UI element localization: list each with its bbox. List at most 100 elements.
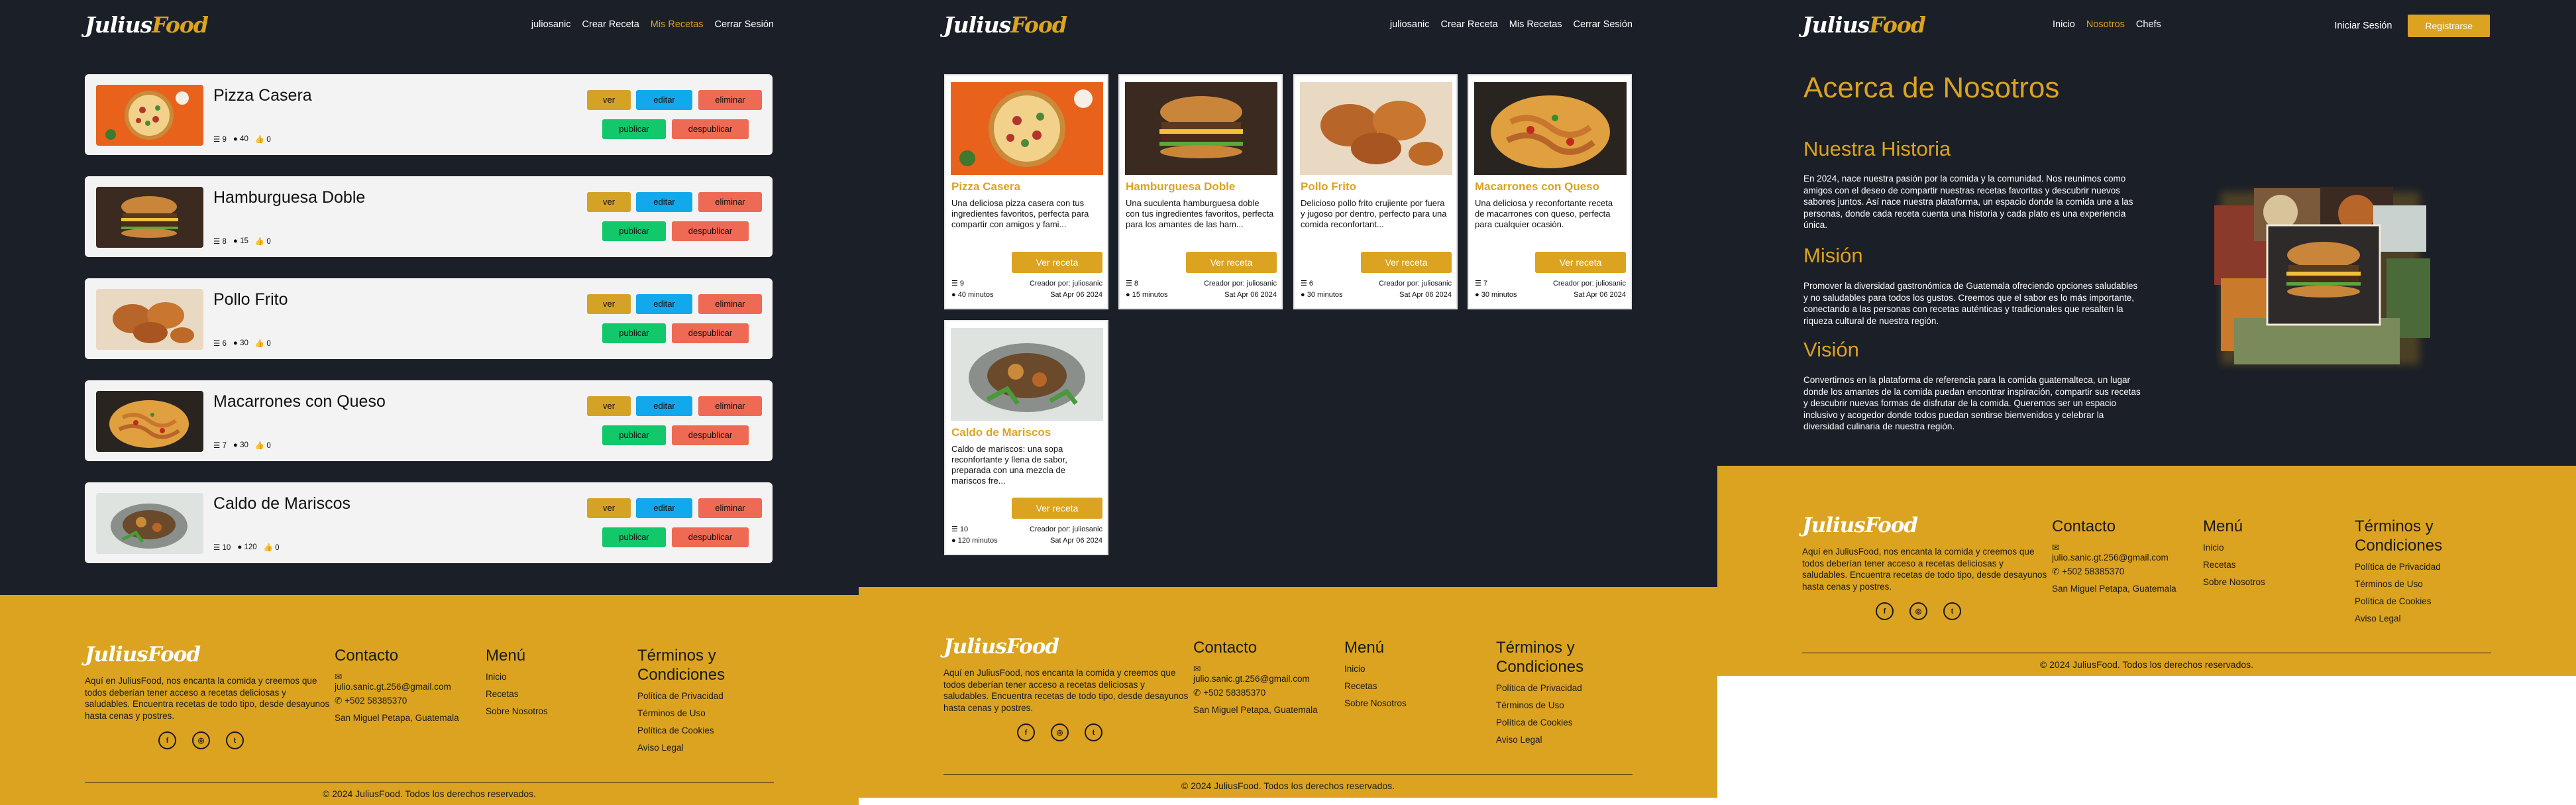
likes-stat: 👍 0 — [254, 340, 271, 348]
recipe-title[interactable]: Macarrones con Queso — [1475, 180, 1599, 193]
recipe-image — [951, 82, 1103, 175]
menu-link-about[interactable]: Sobre Nosotros — [2203, 574, 2265, 591]
delete-button[interactable]: eliminar — [698, 90, 762, 110]
unpublish-button[interactable]: despublicar — [672, 323, 749, 343]
privacy-link[interactable]: Política de Privacidad — [2355, 559, 2441, 576]
recipe-title[interactable]: Pizza Casera — [951, 180, 1020, 193]
nav-create-recipe[interactable]: Crear Receta — [582, 19, 639, 30]
view-button[interactable]: ver — [587, 294, 631, 314]
unpublish-button[interactable]: despublicar — [672, 425, 749, 445]
login-link[interactable]: Iniciar Sesión — [2334, 21, 2392, 31]
menu-link-home[interactable]: Inicio — [2203, 539, 2265, 557]
nav-user[interactable]: juliosanic — [1390, 19, 1430, 30]
menu-link-home[interactable]: Inicio — [486, 669, 548, 686]
logo[interactable]: JuliusFood — [1802, 12, 1926, 38]
edit-button[interactable]: editar — [636, 192, 692, 212]
creator: Creador por: juliosanic — [1552, 280, 1626, 288]
nav-about[interactable]: Nosotros — [2086, 19, 2125, 30]
edit-button[interactable]: editar — [636, 396, 692, 416]
recipe-title[interactable]: Hamburguesa Doble — [1126, 180, 1235, 193]
view-recipe-button[interactable]: Ver receta — [1012, 498, 1102, 519]
facebook-icon[interactable]: f — [158, 731, 176, 749]
unpublish-button[interactable]: despublicar — [672, 527, 749, 547]
publish-button[interactable]: publicar — [602, 119, 666, 139]
edit-button[interactable]: editar — [636, 498, 692, 518]
date: Sat Apr 06 2024 — [1399, 291, 1452, 299]
recipe-stats: ☰ 8 ● 15 👍 0 — [213, 237, 271, 246]
recipe-description: Una suculenta hamburguesa doble con tus … — [1126, 198, 1274, 229]
nav-my-recipes[interactable]: Mis Recetas — [1509, 19, 1562, 30]
twitter-icon[interactable]: t — [1085, 724, 1102, 741]
legal-link[interactable]: Aviso Legal — [637, 739, 724, 757]
delete-button[interactable]: eliminar — [698, 498, 762, 518]
instagram-icon[interactable]: ◎ — [1051, 724, 1069, 741]
view-button[interactable]: ver — [587, 90, 631, 110]
nav-logout[interactable]: Cerrar Sesión — [715, 19, 774, 30]
facebook-icon[interactable]: f — [1876, 602, 1894, 620]
nav-home[interactable]: Inicio — [2053, 19, 2075, 30]
nav-my-recipes[interactable]: Mis Recetas — [651, 19, 704, 30]
nav-user[interactable]: juliosanic — [531, 19, 571, 30]
view-recipe-button[interactable]: Ver receta — [1535, 252, 1626, 273]
nav-create-recipe[interactable]: Crear Receta — [1441, 19, 1498, 30]
terms-of-use-link[interactable]: Términos de Uso — [637, 705, 724, 722]
facebook-icon[interactable]: f — [1017, 724, 1035, 741]
menu-link-about[interactable]: Sobre Nosotros — [1344, 695, 1407, 712]
email-text[interactable]: julio.sanic.gt.256@gmail.com — [335, 682, 459, 692]
unpublish-button[interactable]: despublicar — [672, 119, 749, 139]
terms-title: Términos y Condiciones — [2355, 517, 2443, 555]
menu-link-recipes[interactable]: Recetas — [486, 686, 548, 703]
menu-link-recipes[interactable]: Recetas — [2203, 557, 2265, 574]
twitter-icon[interactable]: t — [1943, 602, 1961, 620]
legal-link[interactable]: Aviso Legal — [2355, 610, 2441, 627]
email-text[interactable]: julio.sanic.gt.256@gmail.com — [1193, 674, 1318, 684]
privacy-link[interactable]: Política de Privacidad — [1496, 680, 1582, 697]
cookies-link[interactable]: Política de Cookies — [637, 722, 724, 739]
email-text[interactable]: julio.sanic.gt.256@gmail.com — [2052, 553, 2176, 563]
publish-button[interactable]: publicar — [602, 527, 666, 547]
logo[interactable]: JuliusFood — [85, 12, 209, 38]
footer: JuliusFood Aquí en JuliusFood, nos encan… — [859, 587, 1717, 798]
nav-chefs[interactable]: Chefs — [2136, 19, 2161, 30]
recipe-title[interactable]: Pollo Frito — [1301, 180, 1356, 193]
unpublish-button[interactable]: despublicar — [672, 221, 749, 241]
contact-list: ✉ julio.sanic.gt.256@gmail.com ✆ +502 58… — [2052, 539, 2176, 598]
nav-logout[interactable]: Cerrar Sesión — [1574, 19, 1633, 30]
footer-logo[interactable]: JuliusFood — [85, 643, 201, 667]
recipe-thumbnail — [96, 391, 203, 452]
legal-link[interactable]: Aviso Legal — [1496, 731, 1582, 749]
edit-button[interactable]: editar — [636, 90, 692, 110]
delete-button[interactable]: eliminar — [698, 294, 762, 314]
menu-link-home[interactable]: Inicio — [1344, 661, 1407, 678]
view-button[interactable]: ver — [587, 498, 631, 518]
terms-of-use-link[interactable]: Términos de Uso — [2355, 576, 2441, 593]
instagram-icon[interactable]: ◎ — [1909, 602, 1927, 620]
publish-button[interactable]: publicar — [602, 221, 666, 241]
footer-logo[interactable]: JuliusFood — [1802, 513, 1918, 537]
time-stat: ● 15 minutos — [1126, 291, 1168, 299]
view-recipe-button[interactable]: Ver receta — [1361, 252, 1452, 273]
menu-link-recipes[interactable]: Recetas — [1344, 678, 1407, 695]
cookies-link[interactable]: Política de Cookies — [2355, 593, 2441, 610]
view-button[interactable]: ver — [587, 396, 631, 416]
delete-button[interactable]: eliminar — [698, 192, 762, 212]
menu-title: Menú — [2203, 517, 2243, 535]
publish-button[interactable]: publicar — [602, 425, 666, 445]
edit-button[interactable]: editar — [636, 294, 692, 314]
instagram-icon[interactable]: ◎ — [192, 731, 210, 749]
footer-logo[interactable]: JuliusFood — [943, 635, 1059, 659]
menu-link-about[interactable]: Sobre Nosotros — [486, 703, 548, 720]
publish-button[interactable]: publicar — [602, 323, 666, 343]
twitter-icon[interactable]: t — [226, 731, 244, 749]
register-button[interactable]: Registrarse — [2408, 15, 2490, 37]
delete-button[interactable]: eliminar — [698, 396, 762, 416]
view-recipe-button[interactable]: Ver receta — [1186, 252, 1277, 273]
view-recipe-button[interactable]: Ver receta — [1012, 252, 1102, 273]
recipe-image — [1300, 82, 1452, 175]
logo[interactable]: JuliusFood — [943, 12, 1067, 38]
view-button[interactable]: ver — [587, 192, 631, 212]
terms-of-use-link[interactable]: Términos de Uso — [1496, 697, 1582, 714]
recipe-title[interactable]: Caldo de Mariscos — [951, 426, 1051, 439]
cookies-link[interactable]: Política de Cookies — [1496, 714, 1582, 731]
privacy-link[interactable]: Política de Privacidad — [637, 688, 724, 705]
